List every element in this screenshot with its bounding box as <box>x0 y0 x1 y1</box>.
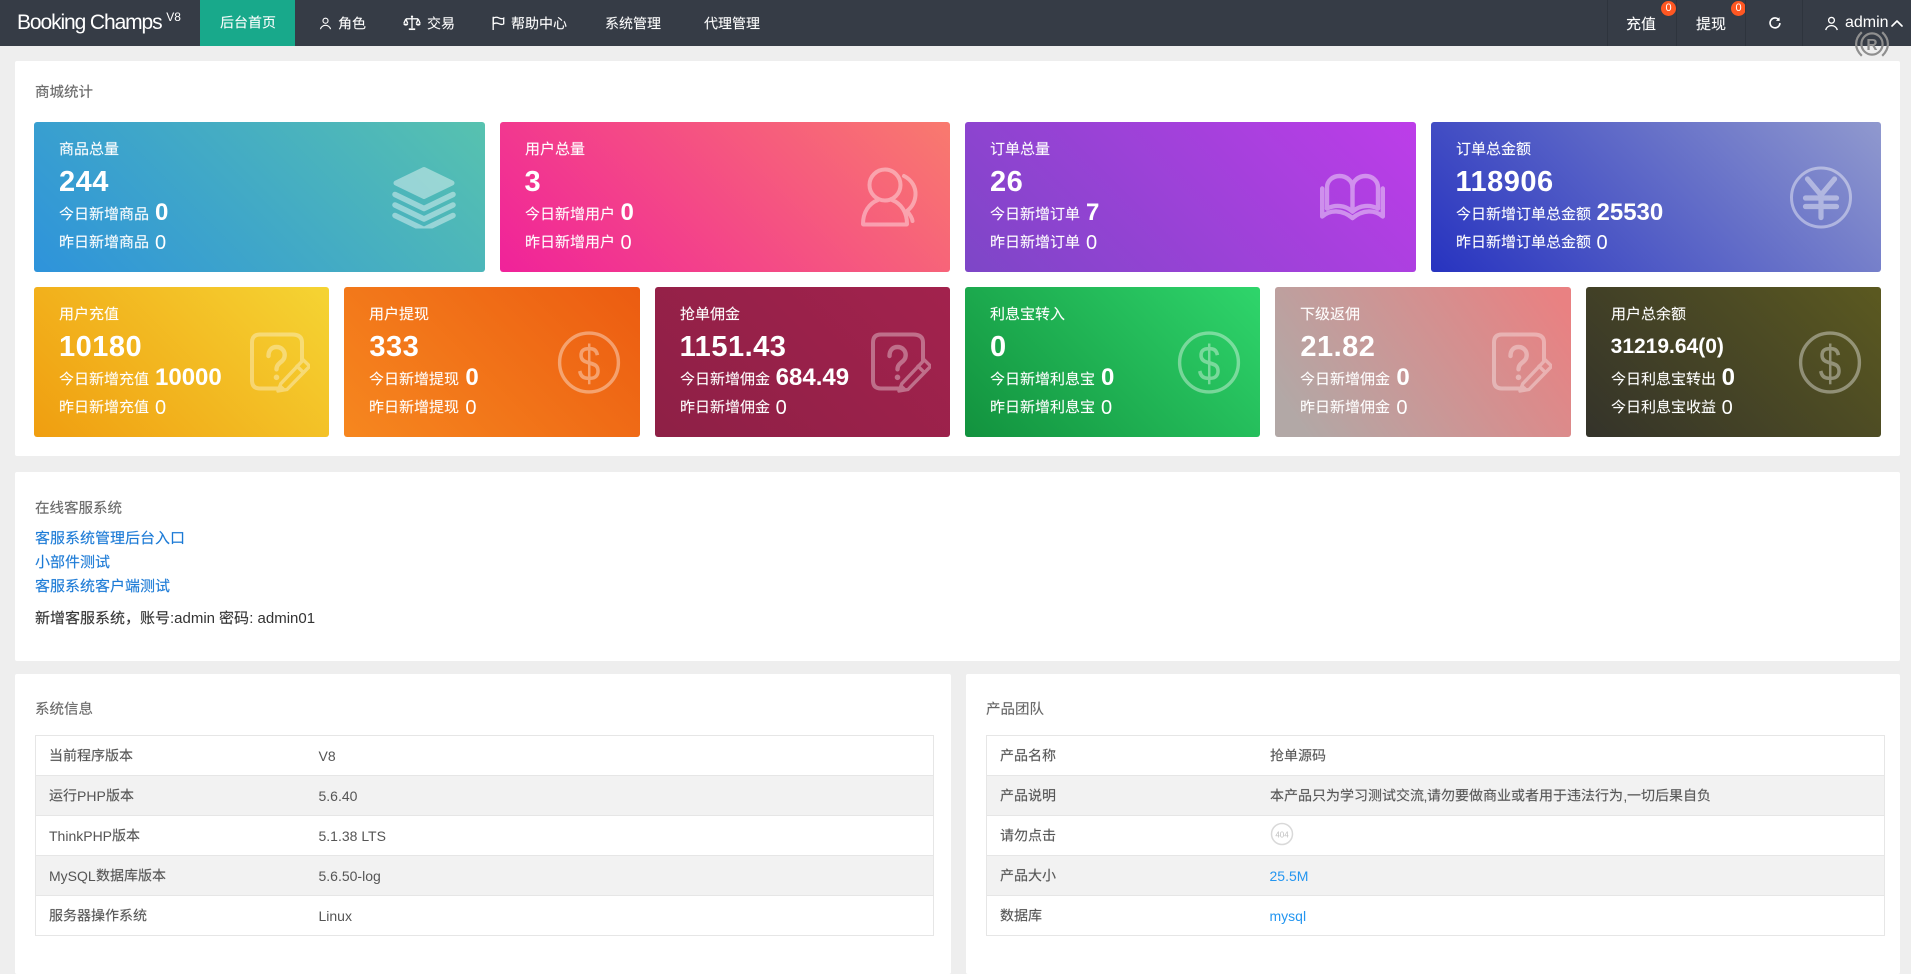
svg-text:404: 404 <box>1275 831 1289 840</box>
svg-text:$: $ <box>577 336 600 392</box>
svg-text:$: $ <box>1198 336 1221 392</box>
svg-text:R: R <box>1866 37 1877 54</box>
svg-text:$: $ <box>1819 336 1842 392</box>
